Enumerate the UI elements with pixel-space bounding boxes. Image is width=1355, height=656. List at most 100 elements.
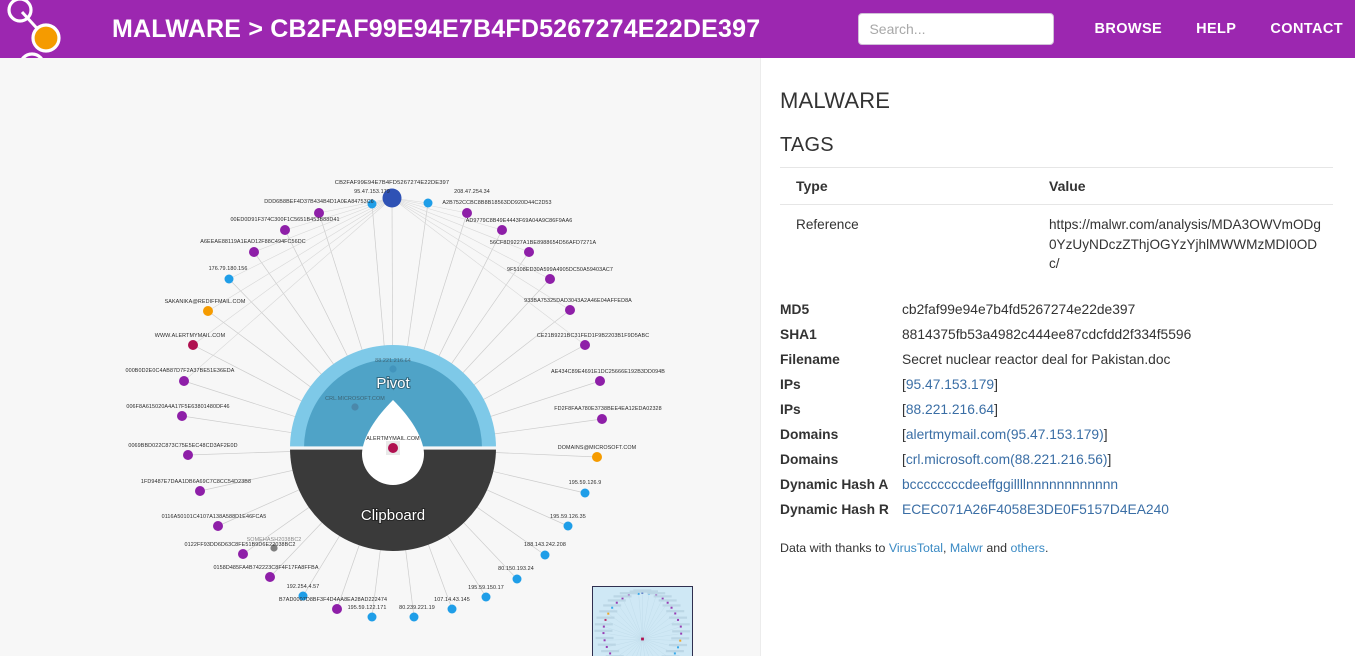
graph-node-dot[interactable]: [188, 340, 198, 350]
graph-node-dot[interactable]: [265, 572, 275, 582]
graph-node-dot[interactable]: [238, 549, 248, 559]
graph-node-dot[interactable]: [597, 414, 607, 424]
tag-value-cell[interactable]: https://malwr.com/analysis/MDA3OWVmODg0Y…: [1033, 205, 1333, 285]
minimap-node-label: [607, 599, 626, 602]
center-node-dot[interactable]: [388, 443, 398, 453]
graph-node-dot[interactable]: [565, 305, 575, 315]
column-header-value: Value: [1033, 167, 1333, 205]
graph-node-dot[interactable]: [367, 612, 377, 622]
property-link[interactable]: 88.221.216.64: [906, 402, 994, 417]
graph-node[interactable]: WWW.ALERTMYMAIL.COM: [155, 333, 226, 350]
property-value[interactable]: ECEC071A26F4058E3DE0F5157D4EA240: [902, 502, 1169, 519]
graph-node[interactable]: 195.59.122.171: [348, 605, 387, 622]
property-link[interactable]: bccccccccdeeffggillllnnnnnnnnnnnn: [902, 477, 1118, 492]
graph-node-dot[interactable]: [332, 604, 342, 614]
graph-node[interactable]: SAKANIKA@REDIFFMAIL.COM: [165, 299, 246, 316]
graph-node[interactable]: FD2F8FAA780E3738BEE4EA12EDA02328: [554, 406, 662, 424]
graph-node-dot[interactable]: [462, 208, 472, 218]
graph-node[interactable]: DOMAINS@MICROSOFT.COM: [558, 445, 637, 462]
graph-node[interactable]: A2B752CCBC8B8B18563DD920D44C2D53: [442, 200, 552, 218]
property-value[interactable]: bccccccccdeeffggillllnnnnnnnnnnnn: [902, 477, 1118, 494]
graph-node-dot[interactable]: [592, 452, 602, 462]
graph-node-dot[interactable]: [545, 274, 555, 284]
nav-contact[interactable]: CONTACT: [1270, 21, 1343, 37]
graph-node-dot[interactable]: [497, 225, 507, 235]
graph-node[interactable]: 006F8A615020A4A17F5E63801480DF46: [126, 404, 230, 421]
graph-node-dot[interactable]: [580, 340, 590, 350]
graph-node[interactable]: 80.239.221.19: [399, 605, 435, 622]
graph-node-dot[interactable]: [183, 450, 193, 460]
graph-node[interactable]: 176.79.180.156: [209, 266, 248, 284]
graph-node-label: 0122FF93DD6D63C8FE51B9D6E22038BC2: [185, 542, 296, 548]
graph-node-dot[interactable]: [213, 521, 223, 531]
graph-node[interactable]: AD9779C8B49E4443F69A04A9C86F9AA6: [466, 218, 573, 235]
graph-node-dot[interactable]: [423, 198, 433, 208]
detail-panel: MALWARE TAGS Type Value Reference https:/…: [760, 58, 1355, 656]
graph-canvas[interactable]: Pivot Clipboard 88.221.216.64 CRL.MICROSOF…: [0, 58, 760, 656]
graph-node-dot[interactable]: [524, 247, 534, 257]
graph-node-dot[interactable]: [280, 225, 290, 235]
link-graph[interactable]: Pivot Clipboard 88.221.216.64 CRL.MICROSOF…: [0, 58, 760, 656]
property-row: Domains [alertmymail.com(95.47.153.179)]: [780, 427, 1331, 444]
graph-node[interactable]: 000B0D2E0C4AB87D7F2A37BE51E36EDA: [126, 368, 235, 386]
property-link[interactable]: crl.microsoft.com(88.221.216.56): [906, 452, 1108, 467]
graph-node[interactable]: 0069BBD022C873C75E5EC48CD3AF2E0D: [128, 443, 238, 460]
graph-node-dot[interactable]: [249, 247, 259, 257]
property-link[interactable]: ECEC071A26F4058E3DE0F5157D4EA240: [902, 502, 1169, 517]
graph-node-dot[interactable]: [481, 592, 491, 602]
graph-node[interactable]: 0158D485FA4B742223C8F4F17FA8FFBA: [213, 565, 319, 582]
property-link[interactable]: alertmymail.com(95.47.153.179): [906, 427, 1104, 442]
header-actions: BROWSE HELP CONTACT: [858, 0, 1343, 58]
graph-node[interactable]: 1FD9487E7DAA1DB6A69C7C8CC54D23B8: [141, 479, 251, 496]
credit-link-malwr[interactable]: Malwr: [950, 541, 983, 555]
graph-node-dot[interactable]: [203, 306, 213, 316]
graph-node[interactable]: 9F5108ED30A599A4905DC50A59403AC7: [507, 267, 613, 284]
search-input[interactable]: [858, 13, 1055, 45]
graph-node-dot[interactable]: [179, 376, 189, 386]
graph-node-dot[interactable]: [177, 411, 187, 421]
graph-node-dot[interactable]: [224, 274, 234, 284]
graph-node[interactable]: 188.143.242.208: [524, 542, 566, 560]
graph-node[interactable]: 107.14.43.145: [434, 597, 470, 614]
graph-node-label: B7AD0007D8BF3F4D4AA8EA28AD222474: [279, 597, 387, 603]
table-row: Reference https://malwr.com/analysis/MDA3…: [780, 205, 1333, 285]
nav-help[interactable]: HELP: [1196, 21, 1236, 37]
graph-node[interactable]: CE21B9221BC31FED1F9B2203B1F9D5ABC: [537, 333, 649, 350]
minimap-node-label: [594, 623, 613, 626]
graph-node-dot[interactable]: [447, 604, 457, 614]
graph-node[interactable]: 195.59.126.9: [569, 480, 602, 498]
graph-minimap[interactable]: [592, 586, 693, 656]
graph-node[interactable]: 933BA75325DAD3043A2A46E04AFFED8A: [524, 298, 632, 315]
credit-link-others[interactable]: others: [1011, 541, 1045, 555]
credit-link-virustotal[interactable]: VirusTotal: [889, 541, 943, 555]
breadcrumb-separator: >: [248, 14, 264, 43]
minimap-node-label: [599, 610, 618, 613]
graph-node-dot[interactable]: [512, 574, 522, 584]
graph-node-dot[interactable]: [540, 550, 550, 560]
graph-node-label: DDD6B8BEF4D37B434B4D1A0EA84753C6: [264, 199, 374, 205]
graph-node[interactable]: 56CF8D9227A1BE8988654D56AFD7271A: [490, 240, 597, 257]
graph-node[interactable]: A6EEAE88119A1EAD12F88C494FC56DC: [200, 239, 306, 257]
graph-node[interactable]: 195.59.126.35: [550, 514, 586, 531]
minimap-node-label: [669, 616, 688, 619]
graph-node-dot[interactable]: [595, 376, 605, 386]
graph-node[interactable]: 195.59.150.17: [468, 585, 504, 602]
graph-node[interactable]: 0122FF93DD6D63C8FE51B9D6E22038BC2: [185, 542, 296, 559]
graph-node[interactable]: AE434C89E4691E1DC25666E192B3DD094B: [551, 369, 665, 386]
property-value[interactable]: [88.221.216.64]: [902, 402, 998, 419]
minimap-node: [679, 639, 682, 642]
graph-node[interactable]: 0116A50101C4107A138A588D1E46FCA5: [162, 514, 267, 531]
graph-node[interactable]: 80.150.193.24: [498, 566, 534, 584]
property-value[interactable]: [crl.microsoft.com(88.221.216.56)]: [902, 452, 1111, 469]
nav-browse[interactable]: BROWSE: [1094, 21, 1162, 37]
property-link[interactable]: 95.47.153.179: [906, 377, 994, 392]
graph-node-dot[interactable]: [409, 612, 419, 622]
breadcrumb-malware[interactable]: MALWARE: [112, 15, 241, 43]
property-value[interactable]: [alertmymail.com(95.47.153.179)]: [902, 427, 1108, 444]
bracket-close: ]: [994, 402, 998, 418]
property-value[interactable]: [95.47.153.179]: [902, 377, 998, 394]
graph-node-dot[interactable]: [563, 521, 573, 531]
graph-node-dot[interactable]: [580, 488, 590, 498]
graph-node-dot[interactable]: [195, 486, 205, 496]
graph-node-label: 208.47.254.34: [454, 189, 490, 195]
